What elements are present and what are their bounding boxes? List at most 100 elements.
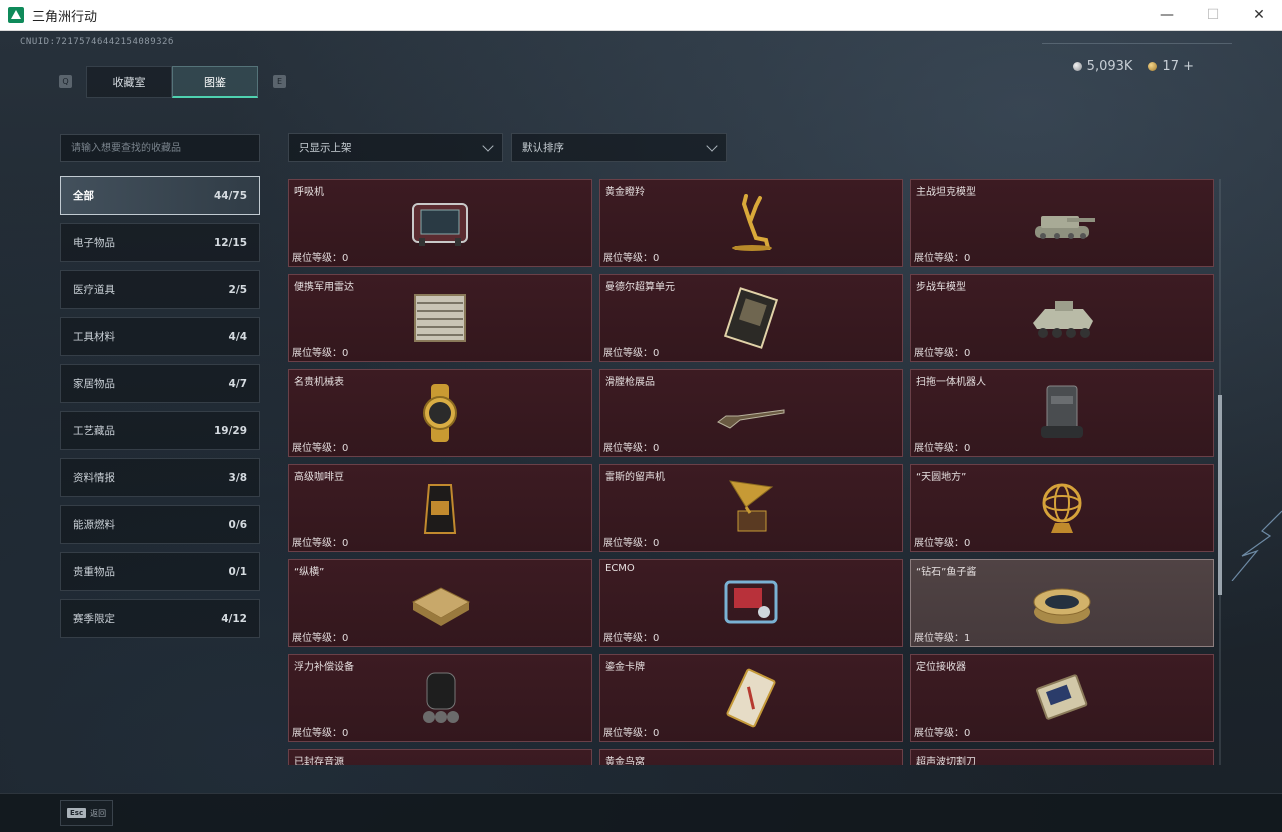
category-count: 0/1 [228, 565, 247, 578]
category-count: 4/4 [228, 330, 247, 343]
collection-item-card[interactable]: “钻石”鱼子酱 展位等级：1 [910, 559, 1214, 647]
item-display-level: 展位等级：1 [914, 629, 970, 644]
availability-filter-dropdown[interactable]: 只显示上架 [288, 133, 503, 162]
item-level-label: 展位等级： [603, 443, 653, 454]
item-level-value: 0 [964, 538, 971, 549]
item-display-level: 展位等级：0 [603, 534, 659, 549]
category-label: 医疗道具 [73, 284, 115, 296]
item-name: ECMO [605, 563, 635, 574]
item-name: 已封存音源 [294, 757, 344, 765]
category-crafts[interactable]: 工艺藏品 19/29 [60, 411, 260, 450]
item-display-level: 展位等级：0 [914, 724, 970, 739]
item-name: “天圆地方” [916, 472, 967, 483]
category-intel[interactable]: 资料情报 3/8 [60, 458, 260, 497]
item-level-value: 0 [964, 253, 971, 264]
category-tools[interactable]: 工具材料 4/4 [60, 317, 260, 356]
sort-dropdown[interactable]: 默认排序 [511, 133, 727, 162]
minimize-button[interactable]: — [1144, 0, 1190, 31]
category-valuables[interactable]: 贵重物品 0/1 [60, 552, 260, 591]
collection-item-card[interactable]: ECMO 展位等级：0 [599, 559, 903, 647]
currency-bar: 5,093K 17 + [1072, 59, 1194, 74]
currency-gold-value: 17 + [1162, 59, 1194, 74]
collection-item-card[interactable]: 便携军用雷达展位等级：0 [288, 274, 592, 362]
item-level-value: 0 [342, 253, 349, 264]
item-display-level: 展位等级：0 [292, 344, 348, 359]
item-grid-viewport[interactable]: 呼吸机 展位等级：0 黄金瞪羚 展位等级：0 主战坦克模型 展位等级：0 便携军用雷达 展位等… [288, 179, 1214, 765]
collection-item-card[interactable]: 浮力补偿设备 展位等级：0 [288, 654, 592, 742]
category-label: 资料情报 [73, 472, 115, 484]
collection-item-card[interactable]: 扫拖一体机器人 展位等级：0 [910, 369, 1214, 457]
collection-item-card[interactable]: 主战坦克模型 展位等级：0 [910, 179, 1214, 267]
item-display-level: 展位等级：0 [603, 629, 659, 644]
category-all[interactable]: 全部 44/75 [60, 176, 260, 215]
category-energy[interactable]: 能源燃料 0/6 [60, 505, 260, 544]
close-button[interactable]: ✕ [1236, 0, 1282, 31]
tank-model-icon [1027, 192, 1097, 254]
collection-item-card[interactable]: 呼吸机 展位等级：0 [288, 179, 592, 267]
search-input[interactable] [60, 134, 260, 162]
maximize-button[interactable]: ☐ [1190, 0, 1236, 31]
item-display-level: 展位等级：0 [914, 249, 970, 264]
collection-item-card[interactable]: 步战车模型 展位等级：0 [910, 274, 1214, 362]
item-level-label: 展位等级： [914, 348, 964, 359]
item-level-value: 0 [964, 443, 971, 454]
collection-item-card[interactable]: 定位接收器展位等级：0 [910, 654, 1214, 742]
collection-item-card[interactable]: 曼德尔超算单元 展位等级：0 [599, 274, 903, 362]
item-level-label: 展位等级： [914, 443, 964, 454]
item-display-level: 展位等级：0 [603, 249, 659, 264]
item-name: 扫拖一体机器人 [916, 377, 986, 388]
collection-item-card[interactable]: 鎏金卡牌 展位等级：0 [599, 654, 903, 742]
item-level-value: 0 [653, 253, 660, 264]
category-medical[interactable]: 医疗道具 2/5 [60, 270, 260, 309]
item-level-label: 展位等级： [292, 633, 342, 644]
item-name: 定位接收器 [916, 662, 966, 673]
top-tabs: 收藏室 图鉴 [86, 66, 258, 98]
item-display-level: 展位等级：0 [603, 724, 659, 739]
window-title: 三角洲行动 [32, 9, 98, 25]
tab-collection-room[interactable]: 收藏室 [86, 66, 172, 98]
item-level-value: 0 [653, 633, 660, 644]
item-name: 雷斯的留声机 [605, 472, 665, 483]
collection-item-card[interactable]: 已封存音源 [288, 749, 592, 765]
item-name: 步战车模型 [916, 282, 966, 293]
bcd-gear-icon [405, 667, 475, 729]
collection-item-card[interactable]: “纵横” 展位等级：0 [288, 559, 592, 647]
category-label: 工艺藏品 [73, 425, 115, 437]
collection-item-card[interactable]: 高级咖啡豆 展位等级：0 [288, 464, 592, 552]
collection-item-card[interactable]: 黄金瞪羚 展位等级：0 [599, 179, 903, 267]
item-display-level: 展位等级：0 [914, 439, 970, 454]
item-level-label: 展位等级： [603, 538, 653, 549]
item-level-value: 0 [342, 443, 349, 454]
collection-item-card[interactable]: “天圆地方” 展位等级：0 [910, 464, 1214, 552]
category-electronics[interactable]: 电子物品 12/15 [60, 223, 260, 262]
collection-item-card[interactable]: 黄金鸟窝 [599, 749, 903, 765]
item-level-value: 0 [964, 728, 971, 739]
chess-box-icon [405, 572, 475, 634]
collection-item-card[interactable]: 雷斯的留声机展位等级：0 [599, 464, 903, 552]
tab-prev-key-hint: Q [59, 75, 72, 88]
collection-item-card[interactable]: 超声波切割刀 [910, 749, 1214, 765]
currency-gold[interactable]: 17 + [1148, 59, 1194, 74]
ultrasonic-cutter-icon [1027, 762, 1097, 765]
watch-icon [405, 382, 475, 444]
collection-item-card[interactable]: 滑膛枪展品 展位等级：0 [599, 369, 903, 457]
item-level-value: 1 [964, 633, 971, 644]
window-titlebar: 三角洲行动 — ☐ ✕ [0, 0, 1282, 31]
category-household[interactable]: 家居物品 4/7 [60, 364, 260, 403]
gilded-card-icon [716, 667, 786, 729]
item-level-label: 展位等级： [603, 253, 653, 264]
lightning-decoration [1231, 510, 1282, 581]
currency-silver[interactable]: 5,093K [1072, 59, 1132, 74]
window-controls: — ☐ ✕ [1144, 0, 1282, 31]
item-name: 超声波切割刀 [916, 757, 976, 765]
back-button[interactable]: Esc 返回 [60, 800, 114, 826]
item-name: 便携军用雷达 [294, 282, 354, 293]
caviar-tin-icon [1027, 572, 1097, 634]
item-level-label: 展位等级： [603, 728, 653, 739]
collection-item-card[interactable]: 名贵机械表 展位等级：0 [288, 369, 592, 457]
tab-codex[interactable]: 图鉴 [172, 66, 258, 98]
radar-icon [405, 287, 475, 349]
category-season-limited[interactable]: 赛季限定 4/12 [60, 599, 260, 638]
category-count: 4/12 [221, 612, 247, 625]
item-level-value: 0 [653, 348, 660, 359]
